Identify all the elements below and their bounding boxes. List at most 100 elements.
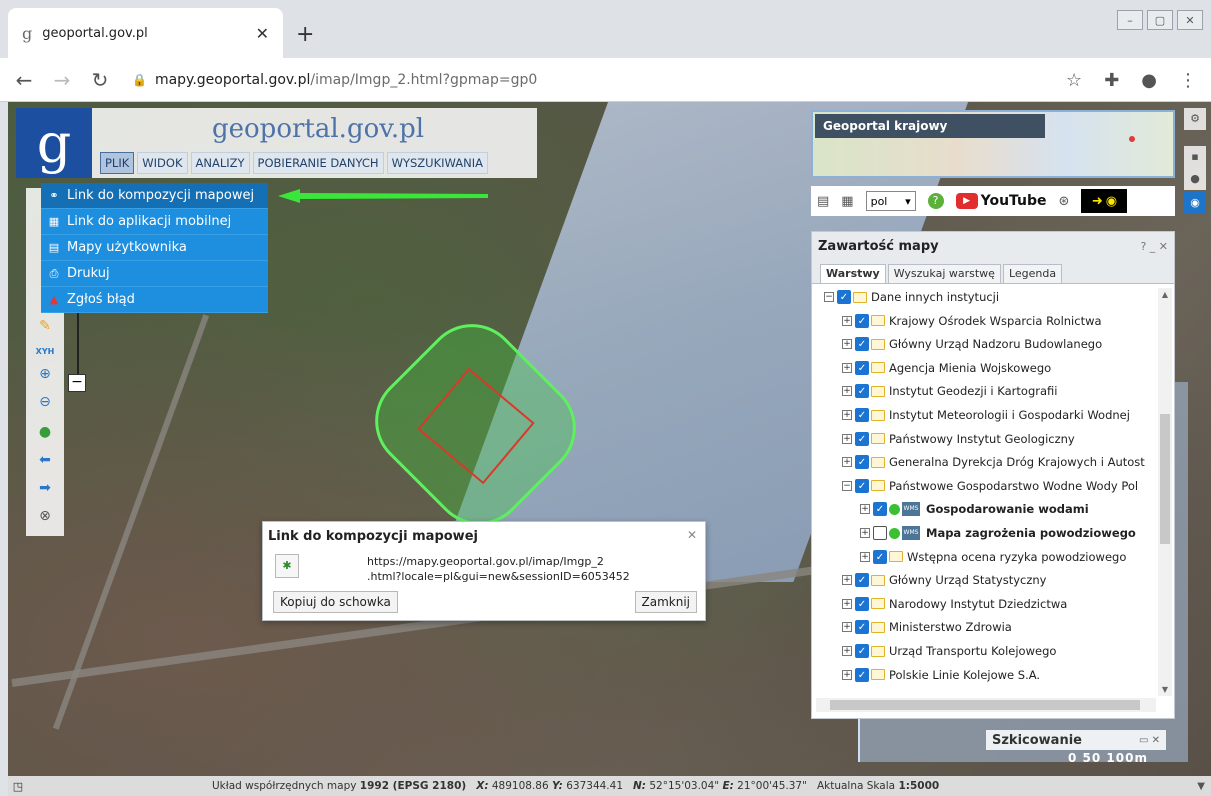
panel-mid-icon[interactable]: ● [1184, 168, 1206, 190]
menu-analizy[interactable]: ANALIZY [190, 152, 250, 174]
menu-wyszukiwania[interactable]: WYSZUKIWANIA [386, 152, 488, 174]
clear-icon[interactable]: ⊗ [35, 508, 55, 528]
menu-item-link-kompozycji[interactable]: ⚭ Link do kompozycji mapowej [41, 183, 268, 209]
settings-icon[interactable]: ⚙ [1184, 108, 1206, 130]
zoom-slider[interactable]: − [68, 300, 88, 398]
menu-kebab-icon[interactable]: ⋮ [1179, 70, 1197, 91]
tab-close-icon[interactable]: ✕ [256, 24, 269, 43]
panel-top-icon[interactable]: ▪ [1184, 146, 1206, 168]
extensions-icon[interactable]: ✚ [1104, 70, 1119, 91]
expand-icon[interactable]: + [842, 622, 852, 633]
menu-item-mapy-uzytkownika[interactable]: ▤ Mapy użytkownika [41, 235, 268, 261]
expand-icon[interactable]: + [860, 551, 870, 562]
globe-icon[interactable]: ● [35, 424, 55, 444]
address-bar[interactable]: 🔒 mapy.geoportal.gov.pl/imap/Imgp_2.html… [132, 72, 537, 88]
layer-checkbox[interactable]: ✓ [855, 596, 869, 611]
layer-row[interactable]: + ✓ Urząd Transportu Kolejowego [842, 640, 1056, 662]
copy-to-clipboard-button[interactable]: Kopiuj do schowka [273, 591, 398, 613]
accessibility-icon[interactable]: ⊛ [1059, 194, 1070, 209]
menu-item-zglos-blad[interactable]: ▲ Zgłoś błąd [41, 287, 268, 313]
menu-plik[interactable]: PLIK [100, 152, 135, 174]
expand-icon[interactable]: + [842, 669, 852, 680]
layer-checkbox[interactable]: ✓ [855, 408, 869, 422]
status-corner-icon[interactable]: ◳ [8, 780, 28, 793]
layer-row[interactable]: + ✓ Krajowy Ośrodek Wsparcia Rolnictwa [842, 310, 1102, 332]
refresh-link-icon[interactable]: ✱ [275, 554, 299, 578]
layer-checkbox[interactable]: ✓ [873, 549, 887, 564]
dialog-close-button[interactable]: Zamknij [634, 591, 697, 613]
back-icon[interactable]: ← [10, 68, 38, 92]
menu-pobieranie-danych[interactable]: POBIERANIE DANYCH [252, 152, 384, 174]
language-select[interactable]: pol ▾ [865, 191, 916, 211]
tab-wyszukaj-warstwe[interactable]: Wyszukaj warstwę [887, 264, 1001, 283]
layer-checkbox[interactable]: ✓ [855, 620, 869, 635]
expand-icon[interactable]: + [842, 646, 852, 656]
sketch-controls[interactable]: ▭ ✕ [1139, 735, 1160, 746]
tab-warstwy[interactable]: Warstwy [820, 264, 886, 283]
layer-checkbox[interactable]: ✓ [855, 455, 869, 470]
menu-item-link-mobilnej[interactable]: ▦ Link do aplikacji mobilnej [41, 209, 268, 235]
next-view-icon[interactable]: ➡ [35, 480, 55, 500]
zoom-out-icon[interactable]: ⊖ [35, 394, 55, 414]
expand-icon[interactable]: + [860, 504, 870, 515]
layer-checkbox[interactable]: ✓ [837, 290, 851, 304]
layer-checkbox[interactable]: ✓ [855, 478, 869, 493]
new-tab-icon[interactable]: + [296, 22, 314, 47]
expand-icon[interactable]: + [842, 598, 852, 609]
layer-row[interactable]: + ✓ Instytut Meteorologii i Gospodarki Wod… [842, 404, 1130, 426]
forward-icon[interactable]: → [48, 68, 76, 92]
menu-item-drukuj[interactable]: ⎙ Drukuj [41, 261, 268, 287]
scroll-down-icon[interactable]: ▼ [1158, 685, 1172, 694]
layer-checkbox[interactable]: ✓ [855, 573, 869, 588]
layer-checkbox[interactable]: ✓ [873, 502, 887, 517]
layer-panel-controls[interactable]: ? _ ✕ [1140, 240, 1168, 253]
expand-icon[interactable]: + [842, 410, 852, 420]
layer-checkbox[interactable]: ✓ [855, 313, 869, 328]
layer-row[interactable]: + ✓ Generalna Dyrekcja Dróg Krajowych i Au… [842, 451, 1145, 473]
layer-row[interactable]: + ✓ Wstępna ocena ryzyka powodziowego [860, 546, 1126, 568]
help-icon[interactable]: ? [927, 193, 944, 209]
reload-icon[interactable]: ↻ [86, 68, 114, 92]
scroll-up-icon[interactable]: ▲ [1158, 290, 1172, 299]
layer-checkbox[interactable]: ✓ [855, 384, 869, 399]
layer-row[interactable]: + WMS Mapa zagrożenia powodziowego [860, 522, 1136, 544]
status-expand-icon[interactable]: ▼ [1197, 781, 1205, 792]
previous-view-icon[interactable]: ⬅ [35, 452, 55, 472]
profile-icon[interactable]: ● [1141, 70, 1157, 91]
pencil-icon[interactable]: ✎ [35, 318, 55, 338]
layer-row[interactable]: + ✓ Główny Urząd Nadzoru Budowlanego [842, 333, 1102, 355]
layer-row[interactable]: + ✓ Agencja Mienia Wojskowego [842, 357, 1051, 379]
expand-icon[interactable]: + [842, 433, 852, 444]
window-close-icon[interactable]: ✕ [1177, 10, 1203, 30]
layer-row[interactable]: + ✓ Ministerstwo Zdrowia [842, 616, 1012, 638]
layer-row[interactable]: − ✓ Dane innych instytucji [824, 286, 999, 308]
xyh-icon[interactable]: XYH [35, 342, 55, 362]
zoom-minus-button[interactable]: − [68, 374, 86, 392]
layer-row[interactable]: + ✓ Główny Urząd Statystyczny [842, 569, 1047, 591]
layer-checkbox[interactable]: ✓ [855, 644, 869, 658]
maximize-icon[interactable]: ▢ [1147, 10, 1173, 30]
layer-checkbox[interactable]: ✓ [855, 667, 869, 682]
menu-widok[interactable]: WIDOK [137, 152, 188, 174]
wms-icon[interactable]: ▦ [841, 194, 853, 209]
layer-checkbox[interactable]: ✓ [855, 337, 869, 352]
view-eye-icon[interactable]: ◉ [1184, 192, 1206, 214]
dialog-close-icon[interactable]: ✕ [687, 528, 697, 542]
layer-checkbox[interactable]: ✓ [855, 360, 869, 375]
layer-row[interactable]: + ✓ WMS Gospodarowanie wodami [860, 498, 1089, 520]
layer-row[interactable]: + ✓ Polskie Linie Kolejowe S.A. [842, 664, 1040, 686]
layer-row[interactable]: + ✓ Państwowy Instytut Geologiczny [842, 428, 1075, 450]
collapse-icon[interactable]: − [824, 292, 834, 302]
layer-row[interactable]: − ✓ Państwowe Gospodarstwo Wodne Wody Pol [842, 475, 1138, 497]
contrast-toggle[interactable]: ➜ ◉ [1081, 189, 1128, 213]
tab-legenda[interactable]: Legenda [1002, 264, 1063, 283]
browser-tab[interactable]: g geoportal.gov.pl ✕ [8, 8, 283, 58]
layer-checkbox[interactable] [873, 526, 887, 540]
layer-tree-hscrollbar[interactable] [816, 698, 1156, 712]
overview-map[interactable]: Geoportal krajowy [811, 110, 1175, 178]
expand-icon[interactable]: + [842, 575, 852, 586]
minimize-icon[interactable]: – [1117, 10, 1143, 30]
bookmark-star-icon[interactable]: ☆ [1066, 70, 1082, 91]
list-icon[interactable]: ▤ [817, 194, 829, 209]
youtube-link[interactable]: ▶ YouTube [955, 193, 1047, 209]
